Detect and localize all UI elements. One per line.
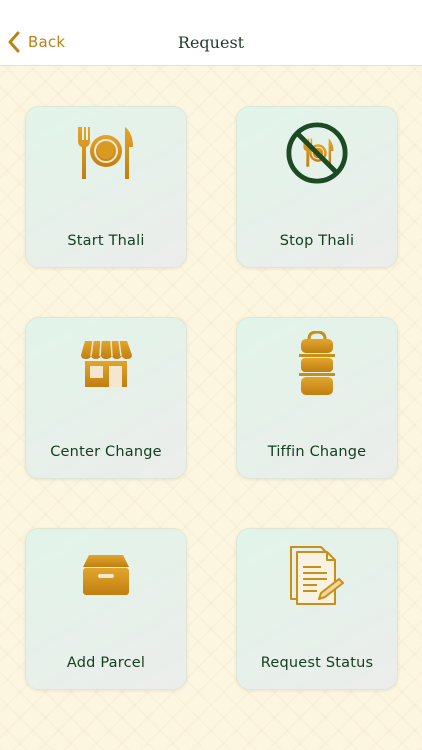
start-thali-label: Start Thali	[67, 233, 145, 249]
parcel-box-icon	[74, 543, 138, 607]
document-list-icon	[285, 543, 349, 607]
request-status-card[interactable]: Request Status	[236, 528, 398, 690]
tiffin-change-card[interactable]: Tiffin Change	[236, 317, 398, 479]
plate-fork-knife-icon	[74, 121, 138, 185]
stop-thali-card[interactable]: Stop Thali	[236, 106, 398, 268]
request-status-label: Request Status	[260, 655, 374, 671]
center-change-label: Center Change	[50, 444, 162, 460]
add-parcel-card[interactable]: Add Parcel	[25, 528, 187, 690]
center-change-card[interactable]: Center Change	[25, 317, 187, 479]
stop-thali-label: Stop Thali	[279, 233, 355, 249]
top-bar: Back Request	[0, 0, 422, 66]
start-thali-card[interactable]: Start Thali	[25, 106, 187, 268]
page-title: Request	[177, 33, 245, 52]
add-parcel-label: Add Parcel	[66, 655, 146, 671]
tiffin-change-label: Tiffin Change	[267, 444, 367, 460]
no-meal-icon	[285, 121, 349, 185]
storefront-icon	[74, 332, 138, 396]
tiffin-box-icon	[285, 331, 349, 396]
